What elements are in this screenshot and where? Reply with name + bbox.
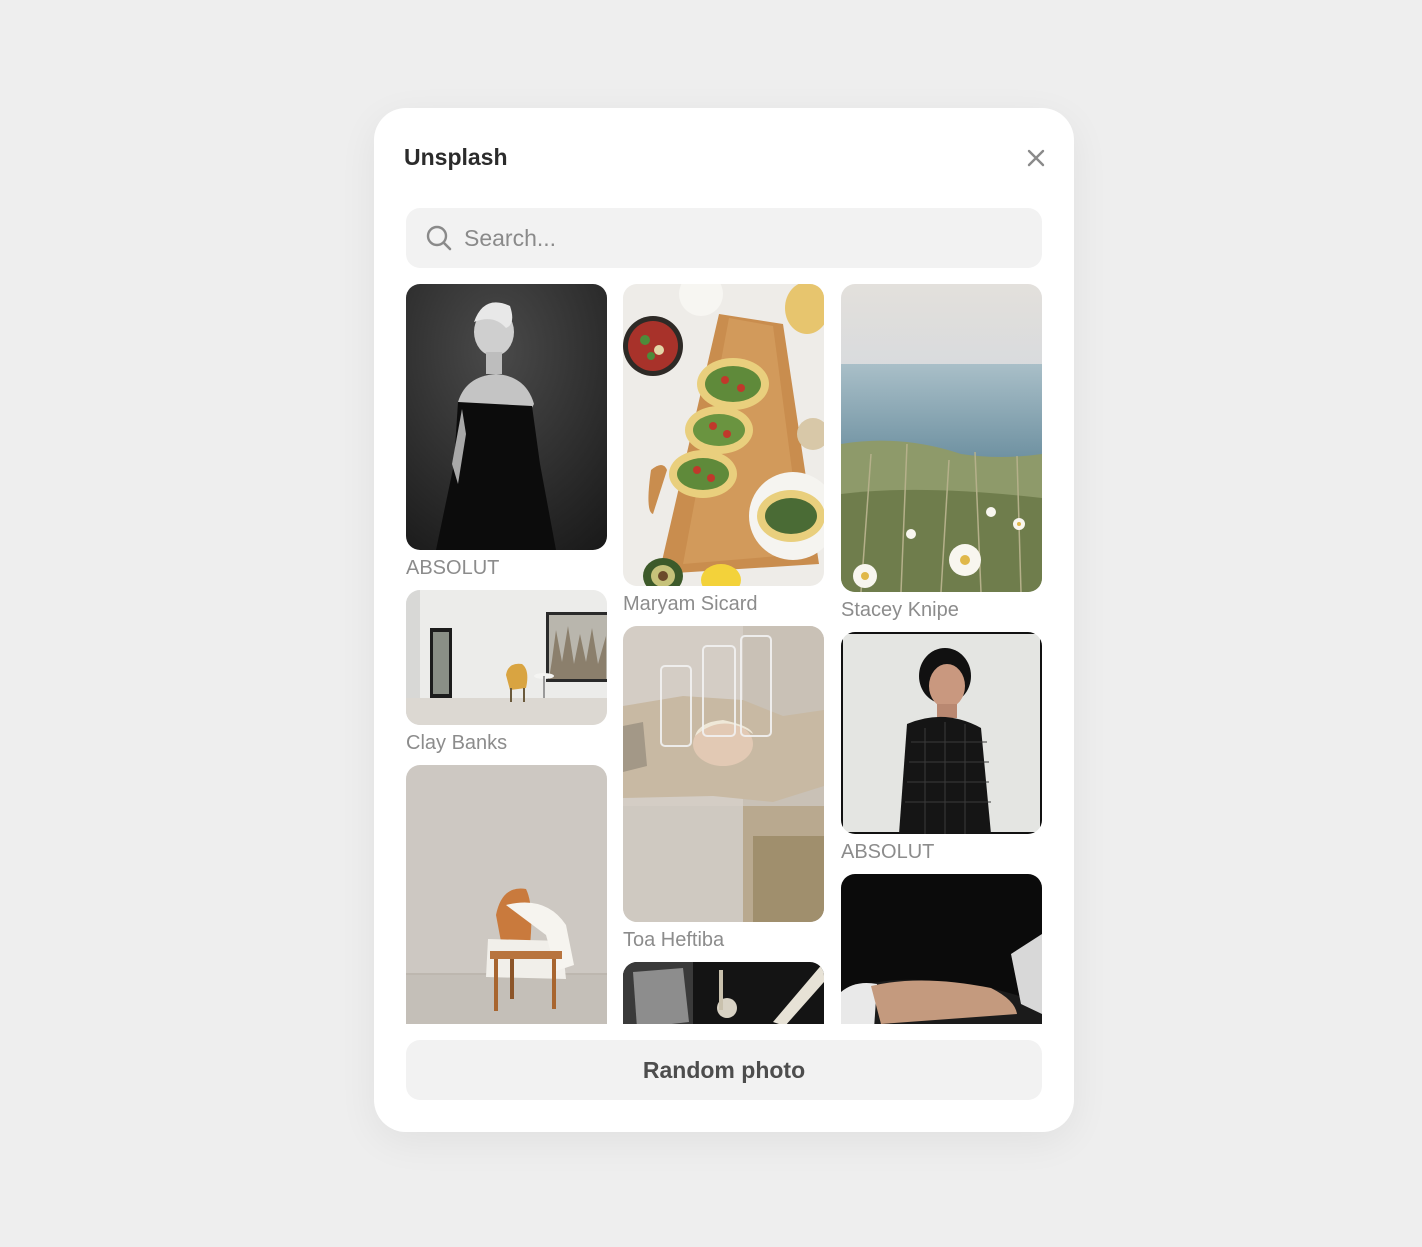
photo-column-1: ABSOLUT Clay Banks bbox=[406, 284, 607, 1024]
photo-column-2: Maryam Sicard Toa Heftiba bbox=[623, 284, 824, 1024]
photo-credit[interactable]: Maryam Sicard bbox=[623, 586, 824, 626]
photo-thumbnail[interactable] bbox=[841, 874, 1042, 1024]
photo-thumbnail[interactable] bbox=[841, 284, 1042, 592]
photo-grid[interactable]: ABSOLUT Clay Banks Maryam Sicard Toa Hef… bbox=[406, 284, 1042, 1024]
photo-thumbnail[interactable] bbox=[406, 590, 607, 725]
unsplash-modal: Unsplash Search... ABSOLUT Clay Banks Ma… bbox=[374, 108, 1074, 1132]
search-input[interactable] bbox=[464, 224, 1042, 252]
search-box bbox=[406, 208, 1042, 268]
photo-credit[interactable]: Clay Banks bbox=[406, 725, 607, 765]
close-button[interactable] bbox=[1022, 144, 1050, 172]
photo-thumbnail[interactable] bbox=[623, 284, 824, 586]
photo-credit[interactable]: ABSOLUT bbox=[406, 550, 607, 590]
photo-column-3: Stacey Knipe ABSOLUT bbox=[841, 284, 1042, 1024]
search-icon bbox=[424, 223, 454, 253]
photo-thumbnail[interactable] bbox=[623, 626, 824, 922]
photo-thumbnail[interactable] bbox=[406, 765, 607, 1024]
photo-credit[interactable]: Stacey Knipe bbox=[841, 592, 1042, 632]
photo-credit[interactable]: ABSOLUT bbox=[841, 834, 1042, 874]
modal-title: Unsplash bbox=[404, 144, 508, 170]
photo-thumbnail[interactable] bbox=[841, 632, 1042, 834]
photo-thumbnail[interactable] bbox=[623, 962, 824, 1024]
random-photo-button[interactable]: Random photo bbox=[406, 1040, 1042, 1100]
photo-thumbnail[interactable] bbox=[406, 284, 607, 550]
close-icon bbox=[1027, 149, 1045, 167]
photo-credit[interactable]: Toa Heftiba bbox=[623, 922, 824, 962]
